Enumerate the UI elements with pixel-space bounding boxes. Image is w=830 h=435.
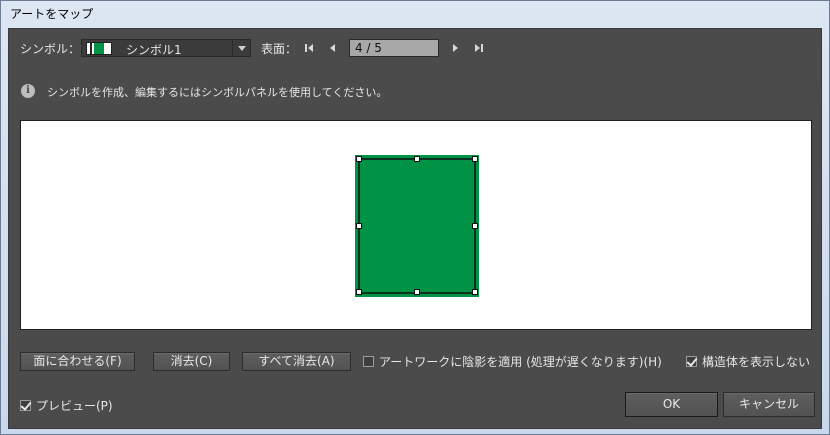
- dialog-title: アートをマップ: [10, 7, 94, 21]
- dialog-body: シンボル： シンボル1 表面： 4 / 5 i シンボルを作成、編集するにはシン…: [8, 28, 822, 429]
- prev-surface-icon[interactable]: [326, 41, 340, 55]
- resize-handle[interactable]: [472, 223, 478, 229]
- surface-page-field[interactable]: 4 / 5: [349, 39, 439, 57]
- info-text: シンボルを作成、編集するにはシンボルパネルを使用してください。: [47, 86, 388, 99]
- hide-geometry-label: 構造体を表示しない: [702, 355, 811, 369]
- ok-button[interactable]: OK: [625, 392, 718, 417]
- first-surface-icon[interactable]: [302, 41, 316, 55]
- next-surface-icon[interactable]: [448, 41, 462, 55]
- surface-label: 表面：: [261, 42, 298, 56]
- resize-handle[interactable]: [414, 156, 420, 162]
- symbol-label: シンボル：: [20, 42, 81, 56]
- shade-artwork-label: アートワークに陰影を適用 (処理が遅くなります)(H): [379, 355, 662, 369]
- art-preview-canvas[interactable]: [20, 120, 812, 330]
- preview-checkbox[interactable]: [20, 400, 31, 411]
- resize-handle[interactable]: [356, 223, 362, 229]
- info-icon: i: [21, 84, 35, 98]
- clear-all-button[interactable]: すべて消去(A): [242, 352, 351, 371]
- shade-artwork-checkbox[interactable]: [363, 356, 374, 367]
- resize-handle[interactable]: [472, 289, 478, 295]
- symbol-art[interactable]: [355, 155, 479, 297]
- chevron-down-icon[interactable]: [232, 40, 250, 56]
- fit-to-surface-button[interactable]: 面に合わせる(F): [20, 352, 135, 371]
- map-art-dialog: アートをマップ シンボル： シンボル1 表面： 4 / 5 i シンボルを作成、…: [0, 0, 830, 435]
- symbol-selected-value: シンボル1: [126, 43, 182, 57]
- symbol-swatch-icon: [86, 42, 112, 55]
- resize-handle[interactable]: [414, 289, 420, 295]
- cancel-button[interactable]: キャンセル: [723, 392, 815, 417]
- resize-handle[interactable]: [356, 156, 362, 162]
- symbol-dropdown[interactable]: シンボル1: [81, 39, 251, 57]
- last-surface-icon[interactable]: [472, 41, 486, 55]
- preview-label: プレビュー(P): [36, 399, 113, 413]
- hide-geometry-checkbox[interactable]: [686, 356, 697, 367]
- resize-handle[interactable]: [356, 289, 362, 295]
- clear-button[interactable]: 消去(C): [153, 352, 230, 371]
- resize-handle[interactable]: [472, 156, 478, 162]
